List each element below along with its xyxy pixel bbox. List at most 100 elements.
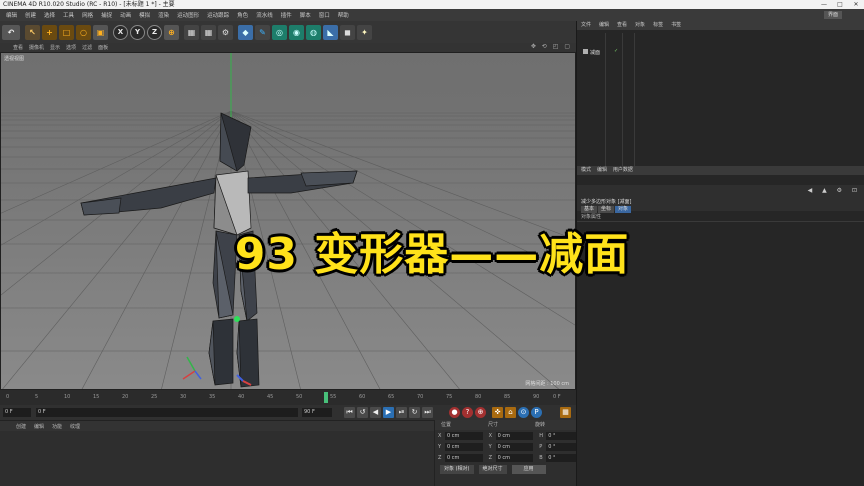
coordinate-system-button[interactable]: ⊕ [164, 24, 179, 40]
prev-key-button[interactable]: ↺ [357, 407, 368, 418]
autokey-button[interactable]: ? [462, 407, 473, 418]
attr-menu-mode[interactable]: 模式 [577, 167, 591, 173]
om-menu-objects[interactable]: 对象 [631, 21, 649, 30]
viewport-menu-cameras[interactable]: 摄像机 [26, 44, 47, 51]
play-button[interactable]: ▶ [383, 407, 394, 418]
floor-button[interactable]: ◣ [323, 24, 338, 40]
step-back-button[interactable]: ◀ [370, 407, 381, 418]
attr-menu-userdata[interactable]: 用户数据 [609, 167, 633, 173]
position-x-field[interactable]: 0 cm [444, 431, 483, 440]
render-settings-button[interactable]: ⚙ [218, 24, 233, 40]
pause-button[interactable]: ⏯ [396, 407, 407, 418]
material-menu-create[interactable]: 创建 [12, 423, 30, 430]
array-generator-button[interactable]: ◉ [289, 24, 304, 40]
maximize-button[interactable]: □ [832, 0, 848, 9]
material-menu-texture[interactable]: 纹理 [66, 423, 84, 430]
preview-range-slider[interactable]: 0 F [36, 408, 298, 417]
deformer-button[interactable]: ◍ [306, 24, 321, 40]
menu-render[interactable]: 渲染 [154, 11, 173, 19]
rotation-p-field[interactable]: 0 ° [546, 442, 576, 451]
minimize-button[interactable]: — [816, 0, 832, 9]
undo-button[interactable]: ↶ [2, 24, 20, 40]
apply-button[interactable]: 应用 [511, 465, 546, 474]
menu-plugins[interactable]: 插件 [277, 11, 296, 19]
menu-animate[interactable]: 动画 [116, 11, 135, 19]
camera-button[interactable]: ◼ [340, 24, 355, 40]
menu-tools[interactable]: 工具 [59, 11, 78, 19]
menu-help[interactable]: 帮助 [334, 11, 353, 19]
viewport-nav-icons[interactable]: ✥ ⟲ ◰ ▢ [531, 43, 572, 50]
menu-pipeline[interactable]: 流水线 [252, 11, 277, 19]
size-y-field[interactable]: 0 cm [495, 442, 534, 451]
viewport-menu-view[interactable]: 查看 [10, 44, 26, 51]
recent-tool-button[interactable]: ▣ [93, 24, 108, 40]
timeline-window-button[interactable]: ▦ [560, 407, 571, 418]
menu-motion-tracking[interactable]: 运动跟踪 [203, 11, 233, 19]
om-menu-file[interactable]: 文件 [577, 21, 595, 30]
menu-mograph[interactable]: 运动图形 [173, 11, 203, 19]
select-tool-button[interactable]: ↖ [25, 24, 40, 40]
timeline-playhead[interactable] [324, 392, 328, 403]
rotation-key-button[interactable]: ⊙ [518, 407, 529, 418]
z-axis-lock-button[interactable]: Z [147, 24, 162, 40]
position-z-field[interactable]: 0 cm [444, 453, 483, 462]
menu-script[interactable]: 脚本 [296, 11, 315, 19]
render-picture-viewer-button[interactable]: ▦ [201, 24, 216, 40]
scale-key-button[interactable]: ⌂ [505, 407, 516, 418]
om-menu-view[interactable]: 查看 [613, 21, 631, 30]
end-frame-field[interactable]: 90 F [302, 408, 332, 417]
object-row-reduce[interactable]: 减面 [583, 49, 600, 56]
position-key-button[interactable]: ✜ [492, 407, 503, 418]
position-y-field[interactable]: 0 cm [444, 442, 483, 451]
tab-coord[interactable]: 坐标 [598, 206, 615, 213]
cube-object-button[interactable]: ◆ [238, 24, 253, 40]
tab-object[interactable]: 对象 [615, 206, 632, 213]
menu-character[interactable]: 角色 [233, 11, 252, 19]
menu-snap[interactable]: 捕捉 [97, 11, 116, 19]
close-button[interactable]: ✕ [848, 0, 864, 9]
subdivision-surface-button[interactable]: ◎ [272, 24, 287, 40]
move-tool-button[interactable]: + [42, 24, 57, 40]
size-z-field[interactable]: 0 cm [495, 453, 534, 462]
viewport-menu-options[interactable]: 选项 [63, 44, 79, 51]
light-button[interactable]: ✦ [357, 24, 372, 40]
viewport-menu-display[interactable]: 显示 [47, 44, 63, 51]
scale-tool-button[interactable]: □ [59, 24, 74, 40]
menu-create[interactable]: 创建 [21, 11, 40, 19]
om-menu-edit[interactable]: 编辑 [595, 21, 613, 30]
timeline-ruler[interactable]: 0 5 10 15 20 25 30 35 40 45 50 55 60 65 … [0, 390, 576, 405]
layout-selector[interactable]: 界面 [823, 11, 842, 19]
tab-basic[interactable]: 基本 [581, 206, 598, 213]
go-to-end-button[interactable]: ⏭ [422, 407, 433, 418]
rotation-h-field[interactable]: 0 ° [546, 431, 576, 440]
record-button[interactable]: ● [449, 407, 460, 418]
render-view-button[interactable]: ▦ [184, 24, 199, 40]
rotation-b-field[interactable]: 0 ° [546, 453, 576, 462]
start-frame-field[interactable]: 0 F [3, 408, 31, 417]
material-menu-function[interactable]: 功能 [48, 423, 66, 430]
material-menu-edit[interactable]: 编辑 [30, 423, 48, 430]
keyframe-selection-button[interactable]: ⊕ [475, 407, 486, 418]
y-axis-lock-button[interactable]: Y [130, 24, 145, 40]
coord-mode-dropdown[interactable]: 对象 (相对) [440, 465, 474, 474]
attr-menu-edit[interactable]: 编辑 [593, 167, 607, 173]
x-axis-lock-button[interactable]: X [113, 24, 128, 40]
menu-select[interactable]: 选择 [40, 11, 59, 19]
next-key-button[interactable]: ↻ [409, 407, 420, 418]
om-menu-bookmarks[interactable]: 书签 [667, 21, 685, 30]
object-axis-handle[interactable] [234, 316, 240, 322]
size-mode-dropdown[interactable]: 绝对尺寸 [478, 465, 507, 474]
menu-simulate[interactable]: 模拟 [135, 11, 154, 19]
menu-mesh[interactable]: 网格 [78, 11, 97, 19]
size-x-field[interactable]: 0 cm [495, 431, 534, 440]
rotate-tool-button[interactable]: ○ [76, 24, 91, 40]
parameter-key-button[interactable]: P [531, 407, 542, 418]
menu-window[interactable]: 窗口 [315, 11, 334, 19]
viewport-menu-filter[interactable]: 过滤 [79, 44, 95, 51]
pen-spline-button[interactable]: ✎ [255, 24, 270, 40]
attribute-nav-icons[interactable]: ◀ ▲ ⚙ ⊡ [808, 187, 861, 194]
viewport-menu-panel[interactable]: 面板 [95, 44, 111, 51]
om-menu-tags[interactable]: 标签 [649, 21, 667, 30]
go-to-start-button[interactable]: ⏮ [344, 407, 355, 418]
menu-edit[interactable]: 编辑 [2, 11, 21, 19]
